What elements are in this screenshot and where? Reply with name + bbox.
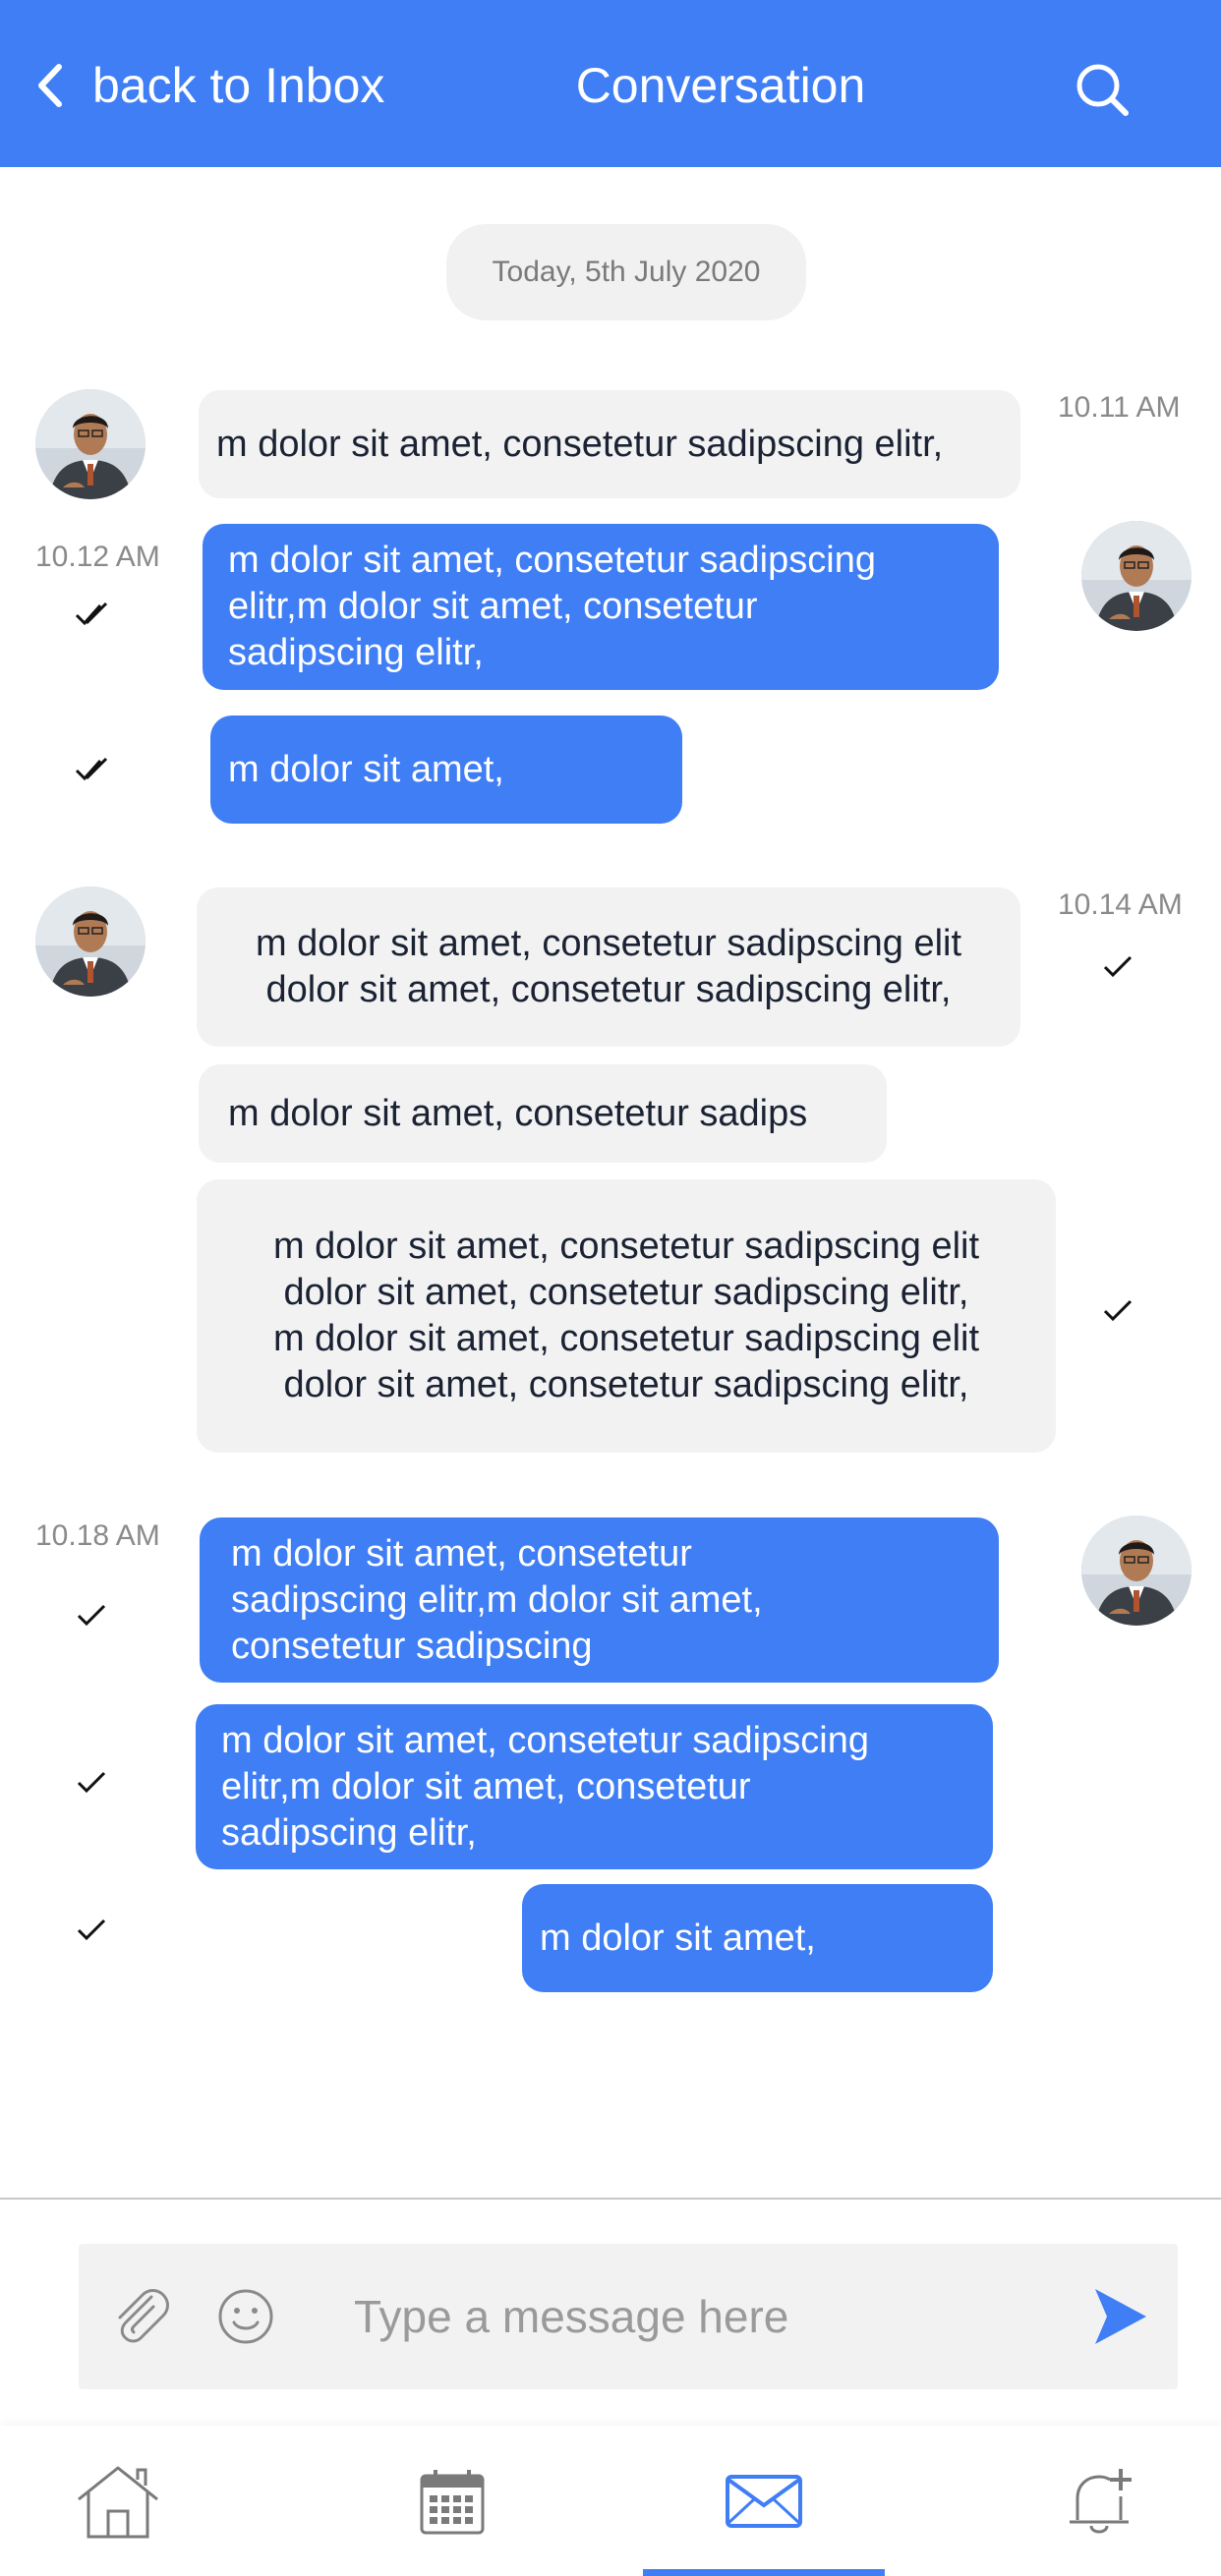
message-composer [79, 2244, 1178, 2389]
message-time: 10.12 AM [35, 541, 160, 573]
date-divider: Today, 5th July 2020 [446, 224, 806, 320]
avatar[interactable] [35, 389, 145, 499]
outgoing-message[interactable]: m dolor sit amet, [210, 716, 682, 824]
outgoing-message[interactable]: m dolor sit amet, consetetur sadipscing … [196, 1704, 993, 1869]
incoming-message[interactable]: m dolor sit amet, consetetur sadipscing … [197, 887, 1020, 1047]
message-time: 10.18 AM [35, 1519, 160, 1552]
mail-icon [726, 2474, 802, 2528]
app-header: back to Inbox Conversation [0, 0, 1221, 167]
check-icon [77, 1604, 106, 1627]
message-text: m dolor sit amet, [540, 1917, 816, 1959]
check-icon [1103, 955, 1133, 978]
send-icon [1095, 2289, 1146, 2344]
bottom-navigation [0, 2426, 1221, 2576]
outgoing-message[interactable]: m dolor sit amet, consetetur sadipscing … [203, 524, 999, 690]
active-tab-indicator [643, 2569, 885, 2576]
check-icon [77, 1918, 106, 1941]
message-text: m dolor sit amet, consetetur sadips [228, 1092, 808, 1134]
message-text: m dolor sit amet, consetetur sadipscing … [272, 1226, 980, 1405]
check-icon [1103, 1299, 1133, 1322]
message-text: m dolor sit amet, consetetur sadipscing … [216, 423, 944, 465]
incoming-message[interactable]: m dolor sit amet, consetetur sadipscing … [199, 390, 1020, 498]
user-photo-icon [1081, 521, 1192, 631]
message-text: m dolor sit amet, consetetur sadipscing … [221, 1719, 869, 1854]
nav-messages[interactable] [702, 2426, 826, 2576]
calendar-icon [420, 2469, 485, 2534]
search-button[interactable] [1072, 59, 1133, 120]
message-text: m dolor sit amet, consetetur sadipscing … [255, 923, 962, 1010]
paperclip-icon [118, 2289, 169, 2343]
avatar[interactable] [35, 887, 145, 997]
home-icon [78, 2466, 158, 2538]
page-title: Conversation [575, 58, 866, 113]
message-time: 10.11 AM [1058, 391, 1181, 424]
check-icon [77, 1771, 106, 1794]
emoji-button[interactable] [216, 2287, 275, 2346]
avatar[interactable] [1081, 521, 1192, 631]
message-text: m dolor sit amet, consetetur sadipscing … [231, 1532, 763, 1667]
double-check-icon [75, 601, 108, 626]
double-check-icon [75, 757, 108, 781]
search-icon [1076, 64, 1129, 116]
nav-home[interactable] [59, 2426, 177, 2576]
nav-notifications[interactable] [1042, 2426, 1160, 2576]
avatar[interactable] [1081, 1516, 1192, 1626]
nav-calendar[interactable] [393, 2426, 511, 2576]
message-text: m dolor sit amet, [228, 748, 504, 790]
smiley-icon [218, 2289, 273, 2344]
user-photo-icon [35, 887, 145, 997]
message-text: m dolor sit amet, consetetur sadipscing … [228, 540, 876, 673]
divider [0, 2198, 1221, 2200]
bell-plus-icon [1070, 2468, 1132, 2533]
send-button[interactable] [1091, 2285, 1150, 2348]
user-photo-icon [35, 389, 145, 499]
incoming-message[interactable]: m dolor sit amet, consetetur sadipscing … [197, 1179, 1056, 1453]
incoming-message[interactable]: m dolor sit amet, consetetur sadips [199, 1064, 887, 1163]
outgoing-message[interactable]: m dolor sit amet, consetetur sadipscing … [200, 1517, 999, 1683]
message-input[interactable] [354, 2273, 1042, 2360]
message-time: 10.14 AM [1058, 888, 1183, 921]
attach-button[interactable] [108, 2283, 173, 2348]
user-photo-icon [1081, 1516, 1192, 1626]
outgoing-message[interactable]: m dolor sit amet, [522, 1884, 993, 1992]
